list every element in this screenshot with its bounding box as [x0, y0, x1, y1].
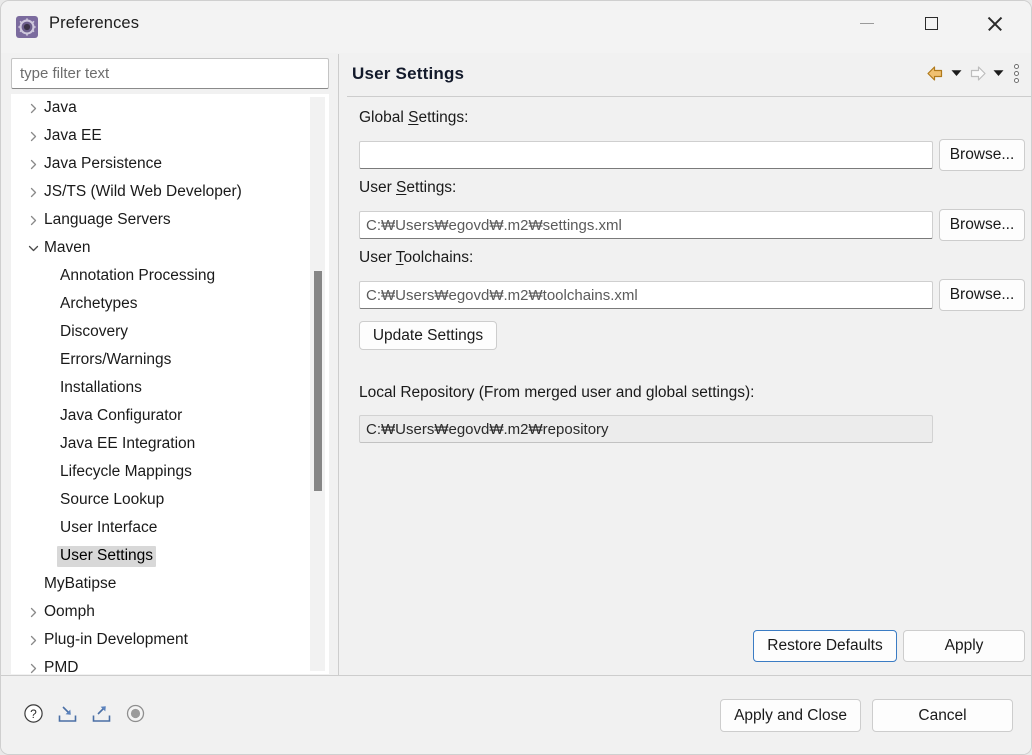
- tree-item-oomph[interactable]: Oomph: [11, 598, 329, 626]
- user-toolchains-label: User Toolchains:: [359, 249, 473, 267]
- tree-item-label: Language Servers: [41, 210, 174, 231]
- tree-item-installations[interactable]: Installations: [11, 374, 329, 402]
- chevron-right-icon[interactable]: [25, 626, 41, 654]
- user-toolchains-input[interactable]: [359, 281, 933, 309]
- apply-and-close-button[interactable]: Apply and Close: [720, 699, 861, 732]
- tree-item-label: JS/TS (Wild Web Developer): [41, 182, 245, 203]
- preferences-dialog: Preferences JavaJava EEJava PersistenceJ…: [0, 0, 1032, 755]
- tree-scrollbar-thumb[interactable]: [314, 271, 322, 491]
- page-title: User Settings: [352, 64, 464, 84]
- local-repository-input[interactable]: [359, 415, 933, 443]
- chevron-down-icon[interactable]: [25, 234, 41, 262]
- preferences-gear-icon: [16, 16, 38, 38]
- tree-item-source-lookup[interactable]: Source Lookup: [11, 486, 329, 514]
- tree-item-java-ee-integration[interactable]: Java EE Integration: [11, 430, 329, 458]
- user-settings-form: Global Settings: Browse... User Settings…: [339, 97, 1032, 675]
- tree-item-label: Errors/Warnings: [57, 350, 174, 371]
- chevron-right-icon[interactable]: [25, 206, 41, 234]
- svg-text:?: ?: [30, 707, 37, 721]
- tree-item-mybatipse[interactable]: MyBatipse: [11, 570, 329, 598]
- tree-item-label: Plug-in Development: [41, 630, 191, 651]
- tree-item-annotation-processing[interactable]: Annotation Processing: [11, 262, 329, 290]
- tree-item-label: Archetypes: [57, 294, 141, 315]
- settings-pane: User Settings: [339, 54, 1032, 675]
- tree-item-user-settings[interactable]: User Settings: [11, 542, 329, 570]
- view-menu-dot: [1014, 78, 1019, 83]
- maximize-icon: [925, 17, 938, 30]
- user-toolchains-browse-button[interactable]: Browse...: [939, 279, 1025, 311]
- tree-item-label: Installations: [57, 378, 145, 399]
- chevron-right-icon[interactable]: [25, 94, 41, 122]
- chevron-right-icon[interactable]: [25, 598, 41, 626]
- help-icon[interactable]: ?: [21, 701, 45, 725]
- tree-item-label: User Interface: [57, 518, 160, 539]
- tree-item-archetypes[interactable]: Archetypes: [11, 290, 329, 318]
- global-settings-label: Global Settings:: [359, 109, 468, 127]
- minimize-icon: [860, 23, 874, 24]
- chevron-right-icon[interactable]: [25, 122, 41, 150]
- maximize-button[interactable]: [905, 1, 957, 46]
- tree-item-label: Java Persistence: [41, 154, 165, 175]
- minimize-button[interactable]: [841, 1, 893, 46]
- search-input[interactable]: [11, 58, 329, 89]
- tree-item-lifecycle-mappings[interactable]: Lifecycle Mappings: [11, 458, 329, 486]
- forward-arrow-icon[interactable]: [965, 60, 990, 86]
- tree-item-errors-warnings[interactable]: Errors/Warnings: [11, 346, 329, 374]
- update-settings-button[interactable]: Update Settings: [359, 321, 497, 350]
- tree-item-label: Lifecycle Mappings: [57, 462, 195, 483]
- import-icon[interactable]: [55, 701, 79, 725]
- tree-item-label: Discovery: [57, 322, 131, 343]
- chevron-right-icon[interactable]: [25, 654, 41, 674]
- view-menu-dot: [1014, 64, 1019, 69]
- tree-item-java-persistence[interactable]: Java Persistence: [11, 150, 329, 178]
- tree-item-language-servers[interactable]: Language Servers: [11, 206, 329, 234]
- local-repository-label: Local Repository (From merged user and g…: [359, 384, 754, 402]
- tree-item-label: User Settings: [57, 546, 156, 567]
- tree-item-label: MyBatipse: [41, 574, 119, 595]
- tree-item-java-ee[interactable]: Java EE: [11, 122, 329, 150]
- forward-dropdown-icon[interactable]: [990, 60, 1007, 86]
- cancel-button[interactable]: Cancel: [872, 699, 1013, 732]
- chevron-right-icon[interactable]: [25, 178, 41, 206]
- tree-item-label: Oomph: [41, 602, 98, 623]
- view-menu-dot: [1014, 71, 1019, 76]
- export-icon[interactable]: [89, 701, 113, 725]
- tree-item-pmd[interactable]: PMD: [11, 654, 329, 674]
- title-bar: Preferences: [1, 1, 1032, 53]
- close-icon: [987, 16, 1003, 32]
- user-settings-label: User Settings:: [359, 179, 456, 197]
- tree-item-maven[interactable]: Maven: [11, 234, 329, 262]
- user-settings-browse-button[interactable]: Browse...: [939, 209, 1025, 241]
- tree-item-label: Java: [41, 98, 80, 119]
- tree-spacer: [25, 570, 41, 598]
- global-settings-browse-button[interactable]: Browse...: [939, 139, 1025, 171]
- tree-item-discovery[interactable]: Discovery: [11, 318, 329, 346]
- user-settings-input[interactable]: [359, 211, 933, 239]
- view-menu-icon[interactable]: [1007, 64, 1025, 83]
- back-dropdown-icon[interactable]: [948, 60, 965, 86]
- record-icon[interactable]: [123, 701, 147, 725]
- tree-item-java[interactable]: Java: [11, 94, 329, 122]
- tree-item-label: Source Lookup: [57, 490, 167, 511]
- window-title: Preferences: [49, 14, 139, 33]
- tree-item-java-configurator[interactable]: Java Configurator: [11, 402, 329, 430]
- back-arrow-icon[interactable]: [923, 60, 948, 86]
- tree-item-label: Java EE: [41, 126, 105, 147]
- apply-button[interactable]: Apply: [903, 630, 1025, 662]
- restore-defaults-button[interactable]: Restore Defaults: [753, 630, 897, 662]
- close-button[interactable]: [969, 1, 1021, 46]
- tree-item-label: Java Configurator: [57, 406, 185, 427]
- global-settings-input[interactable]: [359, 141, 933, 169]
- tree-item-js-ts-wild-web-developer[interactable]: JS/TS (Wild Web Developer): [11, 178, 329, 206]
- tree-item-label: Maven: [41, 238, 94, 259]
- tree-item-label: PMD: [41, 658, 81, 675]
- pane-toolbar: [923, 59, 1025, 87]
- chevron-right-icon[interactable]: [25, 150, 41, 178]
- preferences-tree[interactable]: Java Java EE Java Persistence JS/TS (Wild W…: [11, 94, 329, 674]
- footer-icon-bar: ?: [21, 701, 147, 725]
- tree-item-plug-in-development[interactable]: Plug-in Development: [11, 626, 329, 654]
- tree-item-user-interface[interactable]: User Interface: [11, 514, 329, 542]
- tree-item-label: Java EE Integration: [57, 434, 198, 455]
- tree-item-label: Annotation Processing: [57, 266, 218, 287]
